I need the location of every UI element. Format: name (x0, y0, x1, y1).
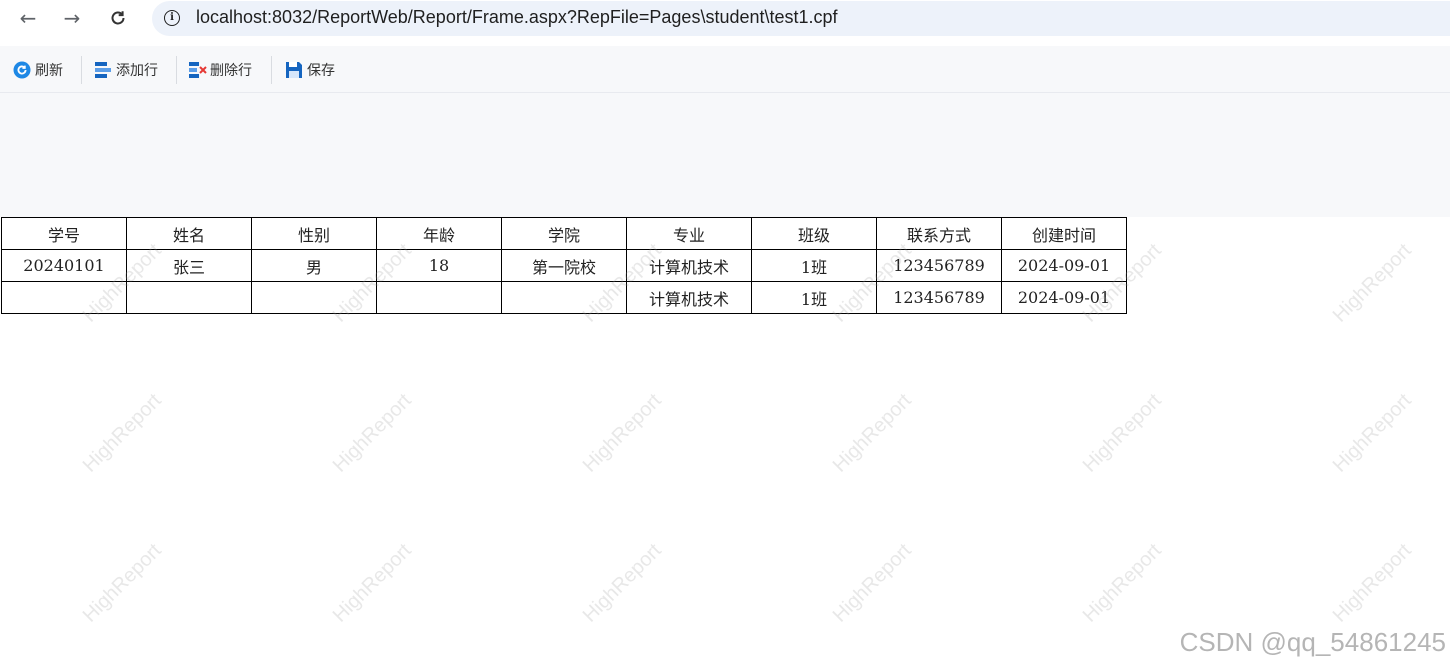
report-header-area: 刷新 添加行 删除行 保存 (0, 46, 1450, 217)
table-row[interactable]: 计算机技术 1班 123456789 2024-09-01 (1, 281, 1127, 314)
watermark-text: HighReport (578, 389, 666, 477)
watermark-text: HighReport (1328, 239, 1416, 327)
column-header-name: 姓名 (126, 217, 252, 250)
watermark-text: HighReport (328, 539, 416, 627)
report-toolbar: 刷新 添加行 删除行 保存 (0, 46, 1450, 93)
column-header-student-id: 学号 (1, 217, 127, 250)
table-cell[interactable]: 计算机技术 (626, 281, 752, 314)
watermark-text: HighReport (1078, 389, 1166, 477)
watermark-text: HighReport (328, 389, 416, 477)
table-row[interactable]: 20240101 张三 男 18 第一院校 计算机技术 1班 123456789… (1, 249, 1127, 282)
add-row-label: 添加行 (116, 63, 158, 79)
watermark-text: HighReport (78, 539, 166, 627)
table-cell[interactable] (501, 281, 627, 314)
table-cell[interactable]: 1班 (751, 281, 877, 314)
delete-row-label: 删除行 (210, 63, 252, 79)
save-label: 保存 (307, 63, 335, 79)
add-row-button[interactable]: 添加行 (94, 59, 158, 81)
column-header-major: 专业 (626, 217, 752, 250)
refresh-button[interactable]: 刷新 (13, 59, 63, 81)
toolbar-divider (271, 56, 272, 84)
table-cell[interactable] (1, 281, 127, 314)
refresh-label: 刷新 (35, 63, 63, 79)
table-cell[interactable]: 2024-09-01 (1001, 281, 1127, 314)
address-bar[interactable]: i localhost:8032/ReportWeb/Report/Frame.… (152, 1, 1450, 36)
toolbar-divider (176, 56, 177, 84)
table-cell[interactable]: 张三 (126, 249, 252, 282)
watermark-text: HighReport (828, 539, 916, 627)
forward-arrow-icon[interactable]: → (58, 5, 86, 31)
save-button[interactable]: 保存 (285, 59, 335, 81)
table-cell[interactable]: 123456789 (876, 249, 1002, 282)
delete-row-icon (188, 61, 207, 79)
table-cell[interactable]: 第一院校 (501, 249, 627, 282)
save-icon (285, 61, 303, 79)
back-arrow-icon[interactable]: ← (14, 5, 42, 31)
watermark-text: HighReport (1078, 539, 1166, 627)
table-cell[interactable]: 2024-09-01 (1001, 249, 1127, 282)
column-header-gender: 性别 (251, 217, 377, 250)
table-cell[interactable]: 20240101 (1, 249, 127, 282)
browser-bar: ← → i localhost:8032/ReportWeb/Report/Fr… (0, 0, 1450, 38)
table-cell[interactable] (126, 281, 252, 314)
column-header-contact: 联系方式 (876, 217, 1002, 250)
watermark-text: HighReport (828, 389, 916, 477)
toolbar-divider (81, 56, 82, 84)
reload-icon[interactable] (104, 5, 132, 31)
site-info-icon[interactable]: i (164, 10, 180, 26)
csdn-watermark: CSDN @qq_54861245 (1179, 627, 1446, 657)
student-report-table: 学号 姓名 性别 年龄 学院 专业 班级 联系方式 创建时间 20240101 … (1, 217, 1127, 314)
column-header-college: 学院 (501, 217, 627, 250)
column-header-class: 班级 (751, 217, 877, 250)
watermark-text: HighReport (1328, 389, 1416, 477)
table-cell[interactable]: 123456789 (876, 281, 1002, 314)
watermark-text: HighReport (578, 539, 666, 627)
add-row-icon (94, 61, 112, 79)
watermark-text: HighReport (1328, 539, 1416, 627)
url-text[interactable]: localhost:8032/ReportWeb/Report/Frame.as… (196, 7, 838, 28)
refresh-icon (13, 61, 31, 79)
table-cell[interactable]: 18 (376, 249, 502, 282)
table-header-row: 学号 姓名 性别 年龄 学院 专业 班级 联系方式 创建时间 (1, 217, 1127, 250)
column-header-age: 年龄 (376, 217, 502, 250)
table-cell[interactable] (251, 281, 377, 314)
table-cell[interactable]: 1班 (751, 249, 877, 282)
column-header-created-time: 创建时间 (1001, 217, 1127, 250)
table-cell[interactable]: 男 (251, 249, 377, 282)
table-cell[interactable]: 计算机技术 (626, 249, 752, 282)
delete-row-button[interactable]: 删除行 (188, 59, 252, 81)
table-cell[interactable] (376, 281, 502, 314)
watermark-text: HighReport (78, 389, 166, 477)
